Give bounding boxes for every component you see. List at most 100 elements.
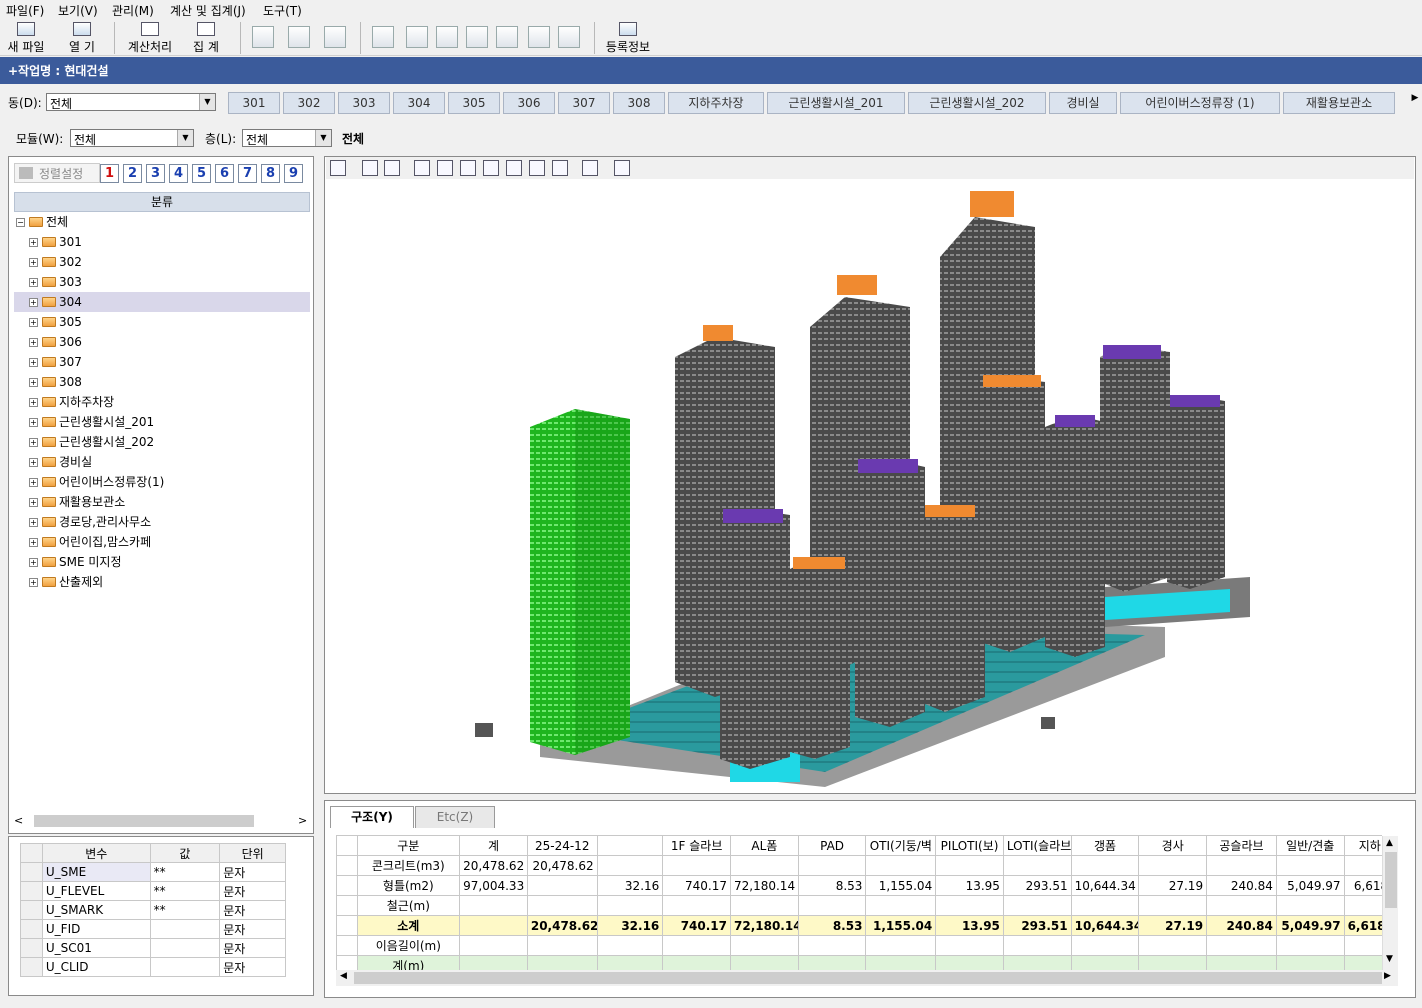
- row-header[interactable]: [20, 862, 43, 882]
- tree-item[interactable]: +308: [14, 372, 310, 392]
- tree-item[interactable]: + 어린이버스정류장(1): [14, 472, 310, 492]
- tree-item[interactable]: +302: [14, 252, 310, 272]
- module-combo[interactable]: 전체 ▼: [70, 129, 194, 147]
- expand-icon[interactable]: +: [29, 558, 38, 567]
- row-header[interactable]: [20, 900, 43, 920]
- tree-item[interactable]: +304: [14, 292, 310, 312]
- expand-icon[interactable]: +: [29, 298, 38, 307]
- view-bottom-icon[interactable]: [529, 160, 545, 176]
- cloud-icon[interactable]: [614, 160, 630, 176]
- tree-root[interactable]: − 전체: [14, 212, 310, 232]
- expand-icon[interactable]: +: [29, 358, 38, 367]
- list-icon[interactable]: [582, 160, 598, 176]
- level-4-button[interactable]: 4: [169, 164, 188, 183]
- level-7-button[interactable]: 7: [238, 164, 257, 183]
- form-tool-7-icon[interactable]: [558, 26, 580, 48]
- var-row[interactable]: U_SMARK ** 문자: [20, 900, 286, 920]
- grid-row[interactable]: 이음길이(m): [336, 935, 1382, 956]
- row-header[interactable]: [336, 955, 358, 971]
- expand-icon[interactable]: +: [29, 538, 38, 547]
- expand-icon[interactable]: +: [29, 278, 38, 287]
- expand-icon[interactable]: +: [29, 318, 38, 327]
- view-right-icon[interactable]: [483, 160, 499, 176]
- level-8-button[interactable]: 8: [261, 164, 280, 183]
- menu-calc[interactable]: 계산 및 집계(J): [170, 2, 246, 19]
- tree-item[interactable]: + 지하주차장: [14, 392, 310, 412]
- expand-icon[interactable]: +: [29, 238, 38, 247]
- tab-retail-201[interactable]: 근린생활시설_201: [767, 92, 905, 114]
- row-header[interactable]: [336, 895, 358, 916]
- new-file-button[interactable]: 새 파일: [4, 20, 48, 56]
- scroll-thumb[interactable]: [354, 972, 1382, 984]
- sort-settings-button[interactable]: 정렬설정: [14, 163, 100, 183]
- view-front-icon[interactable]: [414, 160, 430, 176]
- grid-col-header[interactable]: OTI(기둥/벽: [865, 835, 937, 856]
- menu-view[interactable]: 보기(V): [58, 2, 98, 19]
- tab-parking[interactable]: 지하주차장: [668, 92, 764, 114]
- row-header[interactable]: [20, 919, 43, 939]
- grid-col-header[interactable]: 지하: [1343, 835, 1382, 856]
- form-tool-5-icon[interactable]: [496, 26, 518, 48]
- tab-306[interactable]: 306: [503, 92, 555, 114]
- tree-item[interactable]: +303: [14, 272, 310, 292]
- tab-303[interactable]: 303: [338, 92, 390, 114]
- tree-item[interactable]: +305: [14, 312, 310, 332]
- collapse-icon[interactable]: −: [16, 218, 25, 227]
- tree-item[interactable]: + 어린이집,맘스카페: [14, 532, 310, 552]
- row-header[interactable]: [336, 935, 358, 956]
- scroll-thumb[interactable]: [34, 815, 254, 827]
- view-back-icon[interactable]: [437, 160, 453, 176]
- model-viewer[interactable]: [324, 156, 1416, 794]
- scroll-thumb[interactable]: [1385, 852, 1397, 908]
- view-iso-icon[interactable]: [552, 160, 568, 176]
- tree-item[interactable]: +306: [14, 332, 310, 352]
- tree-item[interactable]: +301: [14, 232, 310, 252]
- expand-icon[interactable]: +: [29, 418, 38, 427]
- expand-icon[interactable]: +: [29, 438, 38, 447]
- grid-col-header[interactable]: 계: [459, 835, 528, 856]
- chevron-down-icon[interactable]: ▼: [199, 94, 215, 110]
- grid-vertical-scrollbar[interactable]: ▲ ▼: [1382, 836, 1398, 970]
- grid-col-header[interactable]: PAD: [797, 835, 867, 856]
- var-row[interactable]: U_SME ** 문자: [20, 862, 286, 882]
- model-load-icon[interactable]: [330, 160, 346, 176]
- form-tool-3-icon[interactable]: [436, 26, 458, 48]
- open-button[interactable]: 열 기: [60, 20, 104, 56]
- tab-scroll-right-icon[interactable]: ▶: [1408, 92, 1422, 106]
- level-6-button[interactable]: 6: [215, 164, 234, 183]
- grid-row[interactable]: 콘크리트(m3) 20,478.62 20,478.62: [336, 855, 1382, 876]
- tab-guardhouse[interactable]: 경비실: [1049, 92, 1117, 114]
- var-row[interactable]: U_SC01 문자: [20, 938, 286, 958]
- menu-file[interactable]: 파일(F): [6, 2, 44, 19]
- tab-bus-stop[interactable]: 어린이버스정류장 (1): [1120, 92, 1280, 114]
- tab-308[interactable]: 308: [613, 92, 665, 114]
- image-view-icon[interactable]: [252, 26, 274, 48]
- grid-col-header[interactable]: 구분: [356, 835, 461, 856]
- form-tool-1-icon[interactable]: [372, 26, 394, 48]
- grid-col-header[interactable]: AL폼: [730, 835, 799, 856]
- expand-icon[interactable]: +: [29, 578, 38, 587]
- row-header[interactable]: [336, 875, 358, 896]
- var-row[interactable]: U_FLEVEL ** 문자: [20, 881, 286, 901]
- view-top-icon[interactable]: [506, 160, 522, 176]
- menu-manage[interactable]: 관리(M): [112, 2, 154, 19]
- register-info-button[interactable]: 등록정보: [600, 20, 656, 56]
- tab-etc[interactable]: Etc(Z): [415, 806, 495, 828]
- expand-icon[interactable]: +: [29, 458, 38, 467]
- tree-item[interactable]: +307: [14, 352, 310, 372]
- search-view-icon[interactable]: [324, 26, 346, 48]
- grid-col-header[interactable]: 25-24-12: [526, 835, 598, 856]
- expand-icon[interactable]: +: [29, 498, 38, 507]
- expand-icon[interactable]: +: [29, 258, 38, 267]
- menu-tools[interactable]: 도구(T): [263, 2, 302, 19]
- scroll-right-icon[interactable]: ▶: [1384, 971, 1391, 981]
- tab-305[interactable]: 305: [448, 92, 500, 114]
- row-header[interactable]: [20, 881, 43, 901]
- grid-col-header[interactable]: [596, 835, 664, 856]
- level-5-button[interactable]: 5: [192, 164, 211, 183]
- var-row[interactable]: U_CLID 문자: [20, 957, 286, 977]
- level-1-button[interactable]: 1: [100, 164, 119, 183]
- tree-scrollbar[interactable]: < >: [12, 812, 312, 830]
- scroll-up-icon[interactable]: ▲: [1386, 838, 1393, 848]
- tab-301[interactable]: 301: [228, 92, 280, 114]
